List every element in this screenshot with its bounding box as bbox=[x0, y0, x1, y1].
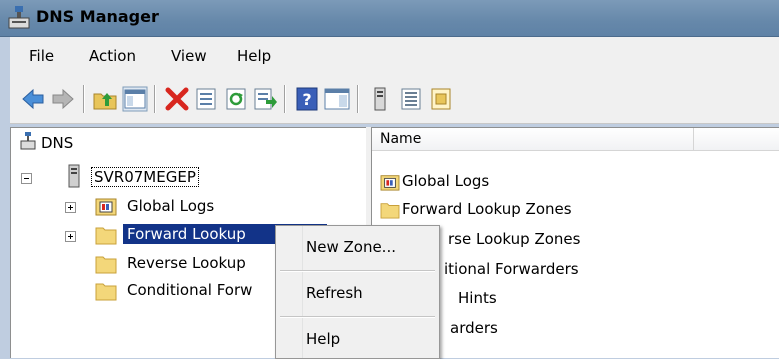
column-header: Name bbox=[372, 128, 779, 151]
up-folder-icon[interactable] bbox=[92, 86, 118, 112]
properties-icon[interactable] bbox=[193, 86, 219, 112]
show-hide-tree-icon[interactable] bbox=[122, 86, 148, 112]
toolbar: ? bbox=[10, 75, 779, 124]
context-menu-separator bbox=[280, 270, 435, 272]
list-item-label: rse Lookup Zones bbox=[448, 230, 581, 248]
toolbar-separator bbox=[357, 85, 359, 113]
forward-arrow-icon[interactable] bbox=[50, 86, 76, 112]
delete-icon[interactable] bbox=[164, 86, 190, 112]
dns-root-icon bbox=[20, 132, 36, 150]
context-menu-help[interactable]: Help bbox=[306, 330, 340, 348]
list-item-label: Global Logs bbox=[402, 172, 490, 190]
list-item-label: Forward Lookup Zones bbox=[402, 200, 572, 218]
column-name-header[interactable]: Name bbox=[380, 131, 421, 147]
window-title: DNS Manager bbox=[36, 7, 159, 26]
help-icon[interactable]: ? bbox=[294, 86, 320, 112]
back-arrow-icon[interactable] bbox=[20, 86, 46, 112]
toolbar-separator bbox=[284, 85, 286, 113]
export-list-icon[interactable] bbox=[252, 86, 278, 112]
tree-item-global-logs[interactable]: Global Logs bbox=[127, 197, 214, 215]
tree-root-dns[interactable]: DNS bbox=[41, 134, 73, 152]
context-menu-refresh[interactable]: Refresh bbox=[306, 284, 363, 302]
tree-server-node[interactable]: SVR07MEGEP bbox=[91, 167, 199, 187]
context-menu-separator bbox=[280, 316, 435, 318]
menu-help[interactable]: Help bbox=[237, 47, 271, 65]
show-hide-action-pane-icon[interactable] bbox=[324, 86, 350, 112]
svg-text:?: ? bbox=[302, 90, 311, 109]
refresh-icon[interactable] bbox=[223, 86, 249, 112]
folder-icon bbox=[95, 227, 117, 245]
log-folder-icon bbox=[95, 198, 117, 216]
menu-action[interactable]: Action bbox=[89, 47, 136, 65]
server-icon bbox=[68, 164, 80, 188]
context-menu: New Zone... Refresh Help bbox=[275, 225, 440, 359]
list-item-label: itional Forwarders bbox=[444, 260, 579, 278]
menu-file[interactable]: File bbox=[29, 47, 54, 65]
tree-item-reverse-lookup[interactable]: Reverse Lookup bbox=[127, 254, 246, 272]
column-divider[interactable] bbox=[693, 128, 694, 150]
folder-icon bbox=[380, 203, 400, 219]
folder-options-icon[interactable] bbox=[428, 86, 454, 112]
menu-bar: File Action View Help bbox=[10, 37, 779, 75]
expand-icon[interactable] bbox=[65, 231, 76, 242]
toolbar-separator bbox=[154, 85, 156, 113]
server-icon[interactable] bbox=[367, 86, 393, 112]
menu-view[interactable]: View bbox=[171, 47, 207, 65]
log-folder-icon bbox=[380, 175, 400, 191]
tree-item-conditional-forwarders[interactable]: Conditional Forw bbox=[127, 281, 252, 299]
context-menu-gutter bbox=[276, 226, 303, 358]
folder-icon bbox=[95, 256, 117, 274]
title-bar: DNS Manager bbox=[0, 0, 779, 37]
expand-icon[interactable] bbox=[65, 202, 76, 213]
collapse-icon[interactable] bbox=[21, 173, 32, 184]
list-item-label: arders bbox=[450, 319, 498, 337]
dns-server-icon bbox=[8, 6, 30, 29]
folder-icon bbox=[95, 283, 117, 301]
list-view-icon[interactable] bbox=[398, 86, 424, 112]
context-menu-new-zone[interactable]: New Zone... bbox=[306, 238, 396, 256]
toolbar-separator bbox=[83, 85, 85, 113]
list-item-label: Hints bbox=[458, 289, 497, 307]
